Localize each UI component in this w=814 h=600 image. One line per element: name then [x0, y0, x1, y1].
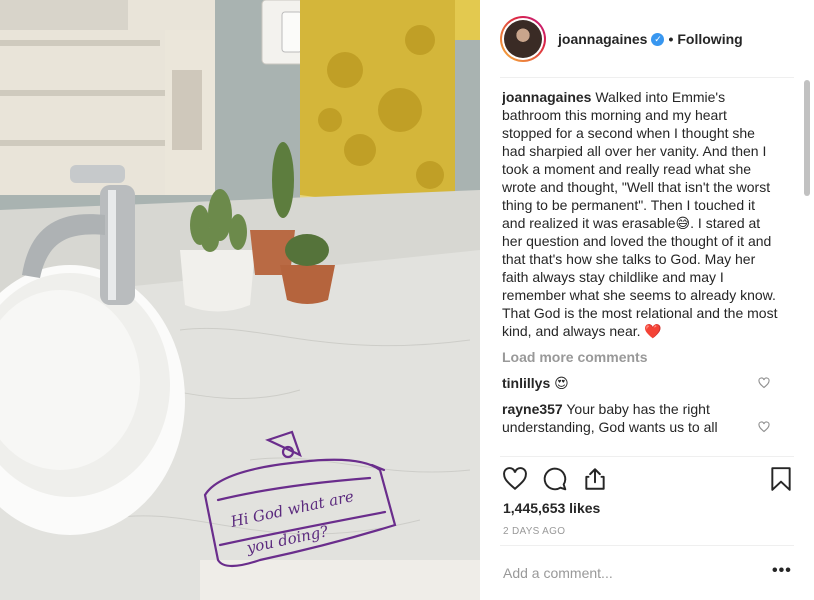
- share-icon[interactable]: [582, 466, 608, 492]
- load-more-comments-button[interactable]: Load more comments: [502, 348, 778, 366]
- list-item: tinlillys 😍: [502, 374, 778, 392]
- profile-photo: [504, 20, 542, 58]
- divider: [500, 77, 794, 78]
- action-bar: [502, 466, 794, 496]
- comment-username[interactable]: tinlillys: [502, 375, 550, 391]
- bookmark-save-icon[interactable]: [768, 466, 794, 492]
- post-caption: joannagaines Walked into Emmie's bathroo…: [502, 88, 778, 340]
- avatar[interactable]: [500, 16, 546, 62]
- more-options-icon[interactable]: •••: [772, 562, 792, 580]
- comment-username[interactable]: rayne357: [502, 401, 563, 417]
- list-item: rayne357 Your baby has the right underst…: [502, 400, 778, 436]
- caption-text: Walked into Emmie's bathroom this mornin…: [502, 89, 778, 339]
- like-heart-icon[interactable]: [502, 466, 528, 492]
- comments-list[interactable]: joannagaines Walked into Emmie's bathroo…: [502, 88, 778, 456]
- following-button[interactable]: Following: [677, 31, 742, 47]
- post-date[interactable]: 2 DAYS AGO: [503, 526, 565, 537]
- bathroom-vanity-image: Hi God what are you doing?: [0, 0, 480, 600]
- divider: [500, 456, 794, 457]
- comment-text: 😍: [554, 375, 569, 391]
- comment-bubble-icon[interactable]: [542, 466, 568, 492]
- like-comment-heart-icon[interactable]: [758, 421, 770, 433]
- verified-badge-icon: ✓: [651, 32, 665, 46]
- scrollbar-thumb[interactable]: [804, 80, 810, 196]
- post-panel: joannagaines ✓ • Following joannagaines …: [480, 0, 814, 600]
- post-photo[interactable]: Hi God what are you doing?: [0, 0, 480, 600]
- caption-username[interactable]: joannagaines: [502, 89, 591, 105]
- header-separator: •: [668, 31, 674, 47]
- likes-count[interactable]: 1,445,653 likes: [503, 500, 600, 516]
- comments-scrollbar[interactable]: [802, 80, 812, 458]
- add-comment-input[interactable]: Add a comment...: [503, 565, 613, 581]
- post-header: joannagaines ✓ • Following: [480, 0, 814, 78]
- divider: [500, 545, 794, 546]
- like-comment-heart-icon[interactable]: [758, 377, 770, 389]
- header-username[interactable]: joannagaines: [558, 31, 647, 47]
